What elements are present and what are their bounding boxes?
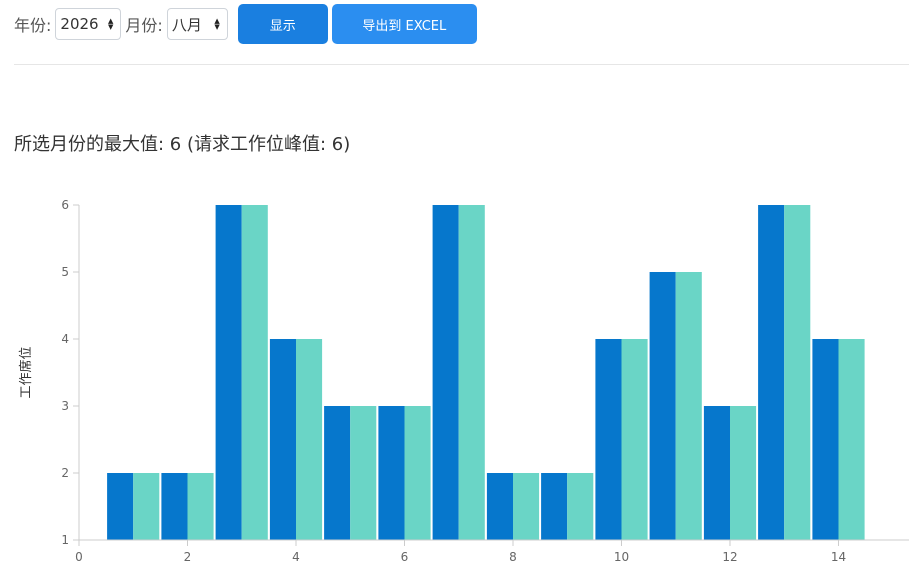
bar-series1-x4 (269, 339, 296, 540)
bar-series1-x3 (215, 205, 242, 540)
chart-bars (107, 205, 865, 540)
toolbar: 年份: 2026 ▲ ▼ 月份: 八月 ▲ ▼ 显示 导出到 EXCEL (14, 4, 477, 44)
bar-series1-x8 (486, 473, 513, 540)
y-tick-label: 6 (61, 198, 69, 212)
x-tick-label: 4 (292, 550, 300, 564)
year-label: 年份: (14, 16, 52, 35)
bar-series2-x12 (730, 406, 757, 540)
month-label: 月份: (125, 16, 163, 35)
bar-series1-x7 (432, 205, 459, 540)
bar-series2-x13 (784, 205, 811, 540)
bar-series2-x8 (513, 473, 540, 540)
bar-series2-x11 (675, 272, 702, 540)
bar-series2-x4 (296, 339, 323, 540)
bar-series2-x10 (621, 339, 648, 540)
y-tick-label: 5 (61, 265, 69, 279)
bar-series1-x12 (703, 406, 730, 540)
export-excel-button[interactable]: 导出到 EXCEL (331, 4, 477, 44)
x-tick-label: 6 (401, 550, 409, 564)
bar-series1-x2 (161, 473, 188, 540)
bar-series1-x10 (595, 339, 622, 540)
summary-headline: 所选月份的最大值: 6 (请求工作位峰值: 6) (14, 134, 351, 155)
bar-series2-x3 (241, 205, 268, 540)
y-tick-label: 3 (61, 399, 69, 413)
x-tick-label: 0 (75, 550, 83, 564)
bar-series1-x9 (541, 473, 568, 540)
divider (14, 64, 909, 65)
bar-series1-x6 (378, 406, 405, 540)
bar-series2-x1 (133, 473, 160, 540)
x-tick-label: 2 (184, 550, 192, 564)
year-select-value: 2026 (60, 15, 99, 33)
y-tick-label: 4 (61, 332, 69, 346)
y-tick-label: 1 (61, 533, 69, 547)
month-select-value: 八月 (171, 15, 202, 34)
y-axis-label: 工作席位 (18, 346, 34, 398)
x-tick-label: 8 (509, 550, 517, 564)
bar-series1-x1 (107, 473, 134, 540)
x-tick-label: 10 (614, 550, 629, 564)
month-select[interactable]: 八月 ▲ ▼ (166, 8, 228, 40)
bar-series2-x2 (187, 473, 214, 540)
show-button[interactable]: 显示 (237, 4, 328, 44)
select-arrows-icon: ▲ ▼ (108, 17, 114, 31)
bar-series1-x5 (324, 406, 351, 540)
bar-chart: 1234560 2 4 6 8 10 12 14 工作席位 (18, 198, 909, 564)
select-arrows-icon: ▲ ▼ (214, 17, 220, 31)
bar-series1-x13 (758, 205, 785, 540)
bar-series2-x6 (404, 406, 431, 540)
bar-series1-x11 (649, 272, 676, 540)
x-tick-label: 14 (831, 550, 846, 564)
y-tick-label: 2 (61, 466, 69, 480)
year-select[interactable]: 2026 ▲ ▼ (55, 8, 122, 40)
bar-series2-x5 (350, 406, 377, 540)
bar-series1-x14 (812, 339, 839, 540)
x-tick-label: 12 (722, 550, 737, 564)
bar-series2-x9 (567, 473, 594, 540)
bar-series2-x7 (458, 205, 485, 540)
bar-series2-x14 (838, 339, 865, 540)
